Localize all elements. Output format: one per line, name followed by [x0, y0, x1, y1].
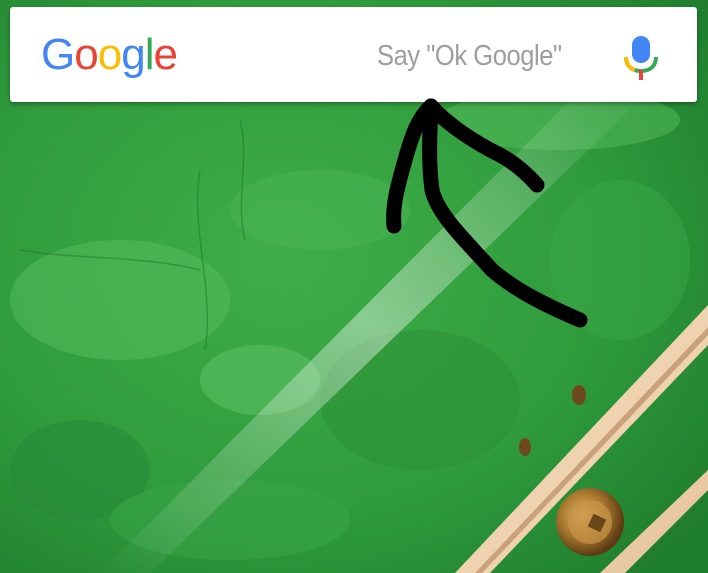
mic-capsule: [632, 36, 650, 63]
voice-search-hint[interactable]: Say "Ok Google": [377, 38, 562, 74]
logo-letter: e: [153, 30, 178, 79]
screw-hole: [519, 438, 531, 456]
home-screen: Google Say "Ok Google": [0, 0, 708, 573]
screw-hole: [572, 385, 586, 405]
microphone-icon[interactable]: [621, 33, 661, 83]
logo-letter: g: [121, 30, 146, 79]
google-search-bar[interactable]: Google Say "Ok Google": [10, 7, 697, 102]
logo-letter: o: [97, 30, 123, 79]
google-logo[interactable]: Google: [41, 29, 178, 81]
logo-letter: G: [41, 30, 75, 79]
logo-letter: o: [74, 30, 99, 79]
logo-letter: l: [144, 30, 155, 79]
mic-stand: [639, 70, 643, 80]
bolt-head: [556, 488, 624, 556]
